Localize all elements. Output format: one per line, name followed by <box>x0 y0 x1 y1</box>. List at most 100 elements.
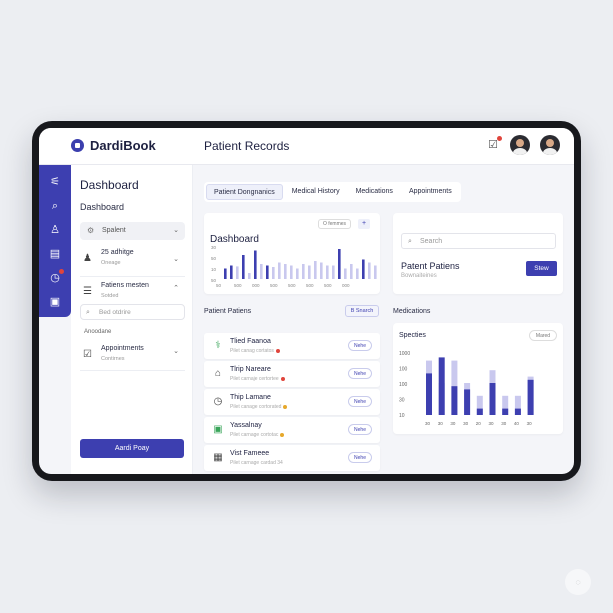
chevron-down-icon: ⌄ <box>173 256 179 263</box>
chart-bar <box>296 268 299 279</box>
tab-appointments[interactable]: Appointments <box>402 184 459 200</box>
chart-bar <box>451 386 458 415</box>
sidebar-select[interactable]: ⚙ Spalent ⌄ <box>80 222 185 240</box>
rail-alert-dot <box>59 269 64 274</box>
sidebar-item-appointments[interactable]: ☑ Appointments Contirnes ⌄ <box>80 345 185 371</box>
y-tick-label: 30 <box>399 398 405 404</box>
user-icon[interactable]: ♙ <box>48 223 62 237</box>
y-tick-label: 100 <box>399 367 408 373</box>
medications-filter-pill[interactable]: Mared <box>529 330 557 341</box>
patient-row[interactable]: ⚕ Tlied Faanoa Pilet canag cortatos Nehe <box>204 333 380 359</box>
search-card-title: Patent Patiens <box>401 261 460 271</box>
top-bar: DardiBook Patient Records ☑ <box>39 128 574 165</box>
document-icon[interactable]: ▣ <box>48 295 62 309</box>
patient-info-text: Pilet carnaje certortee <box>230 376 279 382</box>
patient-badge[interactable]: Nehe <box>348 368 372 379</box>
x-tick-label: 500 <box>288 283 296 288</box>
sidebar-search-input[interactable]: ⌕ Bed otdrire <box>80 304 185 320</box>
show-button[interactable]: Stew <box>526 261 557 276</box>
patient-badge[interactable]: Nehe <box>348 340 372 351</box>
patient-row[interactable]: ◷ Thip Lamane Pilet canage cortorated Ne… <box>204 389 380 415</box>
sliders-icon[interactable]: ⚟ <box>48 175 62 189</box>
patient-row[interactable]: ⌂ Tlrip Nareare Pilet carnaje certortee … <box>204 361 380 387</box>
chart-bar <box>290 265 293 279</box>
status-dot <box>280 376 285 381</box>
sidebar-section-label: Anoodane <box>84 329 112 335</box>
x-tick-label: 30 <box>425 421 431 426</box>
chart-bar <box>476 408 483 415</box>
patient-row[interactable]: ▦ Vist Fameee Pilet carnage cardad 34 Ne… <box>204 445 380 471</box>
tab-patient-demographics[interactable]: Patient Dongnanics <box>206 184 283 200</box>
x-tick-label: 30 <box>463 421 469 426</box>
sidebar-item-title: 25 adhitge <box>101 249 134 256</box>
logo-icon <box>71 139 84 152</box>
tab-medications[interactable]: Medications <box>349 184 400 200</box>
sidebar-item-admissions[interactable]: ♟ 25 adhitge Oneage ⌄ <box>80 249 185 277</box>
chart-bar <box>527 379 534 415</box>
patient-info: Pilet carnaje certortee <box>230 376 285 382</box>
add-patient-button[interactable]: Aardi Poay <box>80 439 184 458</box>
chart-bar <box>502 408 509 415</box>
chart-bar <box>284 264 287 279</box>
x-tick-label: 30 <box>489 421 495 426</box>
chart-bar <box>230 265 233 279</box>
patient-list-header: Patient Patiens B Snarch <box>204 305 380 317</box>
folder-icon[interactable]: ▤ <box>48 247 62 261</box>
sidebar-item-title: Fatiens mesten <box>101 282 149 289</box>
chart-bar <box>374 265 377 279</box>
add-widget-button[interactable]: + <box>358 219 370 229</box>
checkbox-icon: ☑ <box>83 349 92 360</box>
dashboard-filter-pill[interactable]: O femmes <box>318 219 351 229</box>
tab-bar: Patient Dongnanics Medical History Medic… <box>204 182 461 202</box>
patient-info-text: Pilet carnage cardad 34 <box>230 460 283 466</box>
chart-bar <box>266 265 269 279</box>
patient-row[interactable]: ▣ Yassalnay Pilet carnage cortotac Nehe <box>204 417 380 443</box>
sidebar-item-subtitle: Oneage <box>101 260 121 266</box>
chart-bar <box>350 264 353 279</box>
y-tick-label: 30 <box>211 245 217 250</box>
patient-badge[interactable]: Nehe <box>348 452 372 463</box>
x-tick-label: 20 <box>476 421 482 426</box>
x-tick-label: 500 <box>234 283 242 288</box>
chart-bar <box>236 266 239 279</box>
chart-bar <box>260 264 263 279</box>
list-icon: ☰ <box>83 286 92 297</box>
chart-bar <box>426 373 432 415</box>
x-tick-label: 30 <box>438 421 444 426</box>
chevron-down-icon: ⌄ <box>173 227 179 234</box>
patient-search-input[interactable]: ⌕ Search <box>401 233 556 249</box>
tab-medical-history[interactable]: Medical History <box>285 184 347 200</box>
clock-icon[interactable]: ◷ <box>48 269 64 285</box>
chart-bar <box>308 265 311 279</box>
chart-bar <box>338 249 341 279</box>
building-icon: ⌂ <box>214 368 222 379</box>
notification-dot <box>497 136 502 141</box>
x-tick-label: 40 <box>514 421 520 426</box>
sidebar-item-title: Appointments <box>101 345 144 352</box>
sidebar-select-label: Spalent <box>102 227 126 234</box>
x-tick-label: 500 <box>270 283 278 288</box>
patient-badge[interactable]: Nehe <box>348 396 372 407</box>
sidebar-item-patients[interactable]: ☰ Fatiens mesten Sotded ⌃ <box>80 282 185 304</box>
sidebar-subtitle[interactable]: Dashboard <box>80 202 124 212</box>
patient-badge[interactable]: Nehe <box>348 424 372 435</box>
patient-info-text: Pilet canage cortorated <box>230 404 282 410</box>
status-dot <box>275 348 280 353</box>
chart-bar <box>224 268 227 279</box>
expand-icon[interactable]: ◌ <box>565 569 591 595</box>
clipboard-check-icon[interactable]: ☑ <box>486 136 502 152</box>
user-avatar-2[interactable] <box>540 135 560 155</box>
patient-search-button[interactable]: B Snarch <box>345 305 379 317</box>
patient-name: Thip Lamane <box>230 394 271 401</box>
chart-bar <box>332 265 335 279</box>
chart-bar <box>362 259 365 279</box>
app-logo[interactable]: DardiBook <box>71 138 156 153</box>
search-icon: ⌕ <box>86 309 90 316</box>
dashboard-chart: 3050105050 500 000 500 500 500 500 000 <box>211 245 377 288</box>
chart-bar <box>242 255 245 279</box>
medications-card: 1000 100 100 30 10 30 30 30 30 20 30 30 40 30 Spectie… <box>393 323 563 434</box>
search-icon[interactable]: ⌕ <box>48 199 62 213</box>
user-avatar-1[interactable] <box>510 135 530 155</box>
x-tick-label: 50 <box>216 283 222 288</box>
chevron-down-icon: ⌄ <box>173 348 179 355</box>
